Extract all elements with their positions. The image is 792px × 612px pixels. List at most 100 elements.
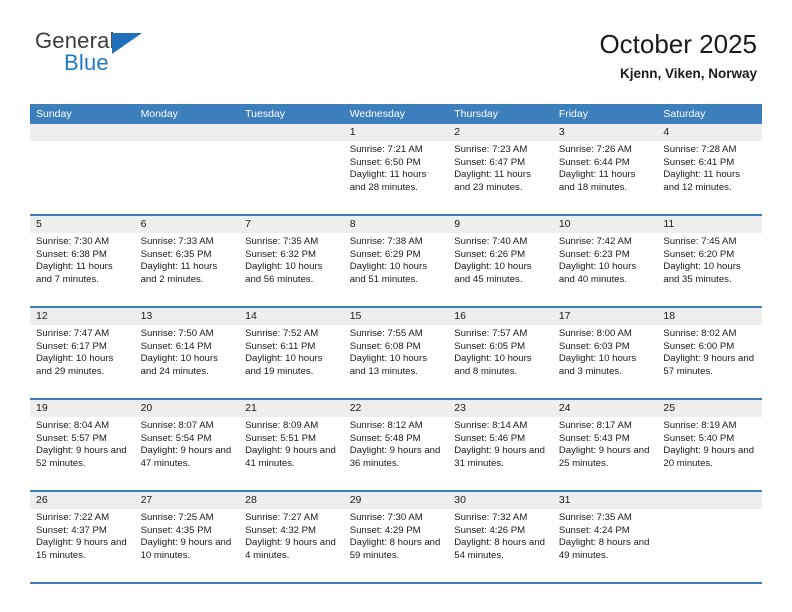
calendar-day-cell[interactable]: 1 Sunrise: 7:21 AM Sunset: 6:50 PM Daylight…	[343, 124, 449, 214]
page-header: General Blue October 2025 Kjenn, Viken, …	[0, 0, 792, 98]
calendar-day-cell[interactable]: 20 Sunrise: 8:07 AM Sunset: 5:54 PM Dayligh…	[134, 400, 240, 490]
daylight-text: Daylight: 9 hours and 31 minutes.	[454, 445, 545, 469]
calendar-day-cell[interactable]: 22 Sunrise: 8:12 AM Sunset: 5:48 PM Dayligh…	[343, 400, 449, 490]
sunrise-text: Sunrise: 7:35 AM	[558, 512, 632, 523]
sunrise-text: Sunrise: 8:02 AM	[663, 328, 737, 339]
day-number: 27	[134, 492, 240, 509]
sunset-text: Sunset: 4:24 PM	[558, 524, 630, 536]
sunset-text: Sunset: 4:32 PM	[245, 524, 317, 536]
day-number: 30	[448, 492, 553, 509]
calendar-day-cell[interactable]: 28 Sunrise: 7:27 AM Sunset: 4:32 PM Dayligh…	[239, 492, 344, 582]
day-details: Sunrise: 8:00 AM Sunset: 6:03 PM Daylight:…	[553, 325, 658, 378]
day-number: 20	[134, 400, 240, 417]
daylight-text: Daylight: 10 hours and 8 minutes.	[454, 353, 532, 377]
logo-text-blue: Blue	[64, 50, 109, 75]
calendar-day-cell[interactable]: 15 Sunrise: 7:55 AM Sunset: 6:08 PM Dayligh…	[343, 308, 449, 398]
day-number: 21	[239, 400, 344, 417]
generalblue-logo[interactable]: General Blue	[35, 28, 165, 80]
calendar-day-cell[interactable]: 21 Sunrise: 8:09 AM Sunset: 5:51 PM Dayligh…	[239, 400, 344, 490]
calendar-day-cell[interactable]: 13 Sunrise: 7:50 AM Sunset: 6:14 PM Dayligh…	[134, 308, 240, 398]
day-number	[239, 124, 344, 141]
calendar-day-cell[interactable]: 18 Sunrise: 8:02 AM Sunset: 6:00 PM Dayligh…	[657, 308, 762, 398]
calendar-day-cell[interactable]: 16 Sunrise: 7:57 AM Sunset: 6:05 PM Dayligh…	[448, 308, 553, 398]
calendar-day-cell[interactable]: 23 Sunrise: 8:14 AM Sunset: 5:46 PM Dayligh…	[448, 400, 553, 490]
calendar-day-cell[interactable]: 29 Sunrise: 7:30 AM Sunset: 4:29 PM Dayligh…	[343, 492, 449, 582]
sunset-text: Sunset: 6:00 PM	[663, 340, 735, 352]
day-details: Sunrise: 7:40 AM Sunset: 6:26 PM Daylight:…	[448, 233, 553, 286]
calendar-day-cell[interactable]: 19 Sunrise: 8:04 AM Sunset: 5:57 PM Dayligh…	[30, 400, 135, 490]
calendar-day-cell[interactable]: 11 Sunrise: 7:45 AM Sunset: 6:20 PM Dayligh…	[657, 216, 762, 306]
sunrise-text: Sunrise: 7:21 AM	[349, 144, 423, 155]
daylight-text: Daylight: 9 hours and 36 minutes.	[349, 445, 441, 469]
calendar-day-cell[interactable]: 24 Sunrise: 8:17 AM Sunset: 5:43 PM Dayligh…	[552, 400, 658, 490]
daylight-text: Daylight: 10 hours and 51 minutes.	[349, 261, 428, 285]
day-number: 19	[30, 400, 135, 417]
sunrise-text: Sunrise: 8:17 AM	[558, 420, 632, 431]
day-number: 3	[552, 124, 658, 141]
day-number: 15	[343, 308, 449, 325]
day-number	[134, 124, 240, 141]
day-number: 1	[343, 124, 449, 141]
day-details: Sunrise: 8:12 AM Sunset: 5:48 PM Daylight:…	[344, 417, 449, 470]
sunset-text: Sunset: 6:32 PM	[245, 248, 317, 260]
sunset-text: Sunset: 6:38 PM	[36, 248, 107, 260]
calendar-day-cell[interactable]: 25 Sunrise: 8:19 AM Sunset: 5:40 PM Dayligh…	[657, 400, 762, 490]
day-details: Sunrise: 7:27 AM Sunset: 4:32 PM Daylight:…	[239, 509, 344, 562]
sunrise-text: Sunrise: 7:27 AM	[245, 512, 319, 523]
daylight-text: Daylight: 11 hours and 7 minutes.	[36, 261, 113, 285]
sunrise-text: Sunrise: 8:00 AM	[558, 328, 632, 339]
sunset-text: Sunset: 6:14 PM	[140, 340, 212, 352]
day-number: 17	[552, 308, 658, 325]
daylight-text: Daylight: 9 hours and 15 minutes.	[36, 537, 127, 561]
calendar-day-cell[interactable]: 10 Sunrise: 7:42 AM Sunset: 6:23 PM Dayligh…	[552, 216, 658, 306]
calendar-day-cell[interactable]: 3 Sunrise: 7:26 AM Sunset: 6:44 PM Daylight…	[552, 124, 658, 214]
calendar-day-cell[interactable]: 12 Sunrise: 7:47 AM Sunset: 6:17 PM Dayligh…	[30, 308, 135, 398]
calendar-day-cell[interactable]: 6 Sunrise: 7:33 AM Sunset: 6:35 PM Daylight…	[134, 216, 240, 306]
calendar-day-cell[interactable]: 5 Sunrise: 7:30 AM Sunset: 6:38 PM Daylight…	[30, 216, 135, 306]
calendar-day-cell[interactable]: 30 Sunrise: 7:32 AM Sunset: 4:26 PM Dayligh…	[448, 492, 553, 582]
sunrise-text: Sunrise: 7:26 AM	[558, 144, 632, 155]
calendar-day-cell[interactable]: 17 Sunrise: 8:00 AM Sunset: 6:03 PM Dayligh…	[552, 308, 658, 398]
day-details: Sunrise: 7:33 AM Sunset: 6:35 PM Daylight:…	[135, 233, 240, 286]
sunrise-text: Sunrise: 7:50 AM	[140, 328, 214, 339]
calendar-day-cell[interactable]: 26 Sunrise: 7:22 AM Sunset: 4:37 PM Dayligh…	[30, 492, 135, 582]
sunset-text: Sunset: 5:48 PM	[349, 432, 421, 444]
sunrise-text: Sunrise: 7:23 AM	[454, 144, 528, 155]
calendar-day-cell-empty	[657, 492, 762, 582]
sunset-text: Sunset: 6:11 PM	[245, 340, 316, 352]
day-number: 22	[343, 400, 449, 417]
weekday-header-friday: Friday	[558, 108, 588, 120]
day-details: Sunrise: 8:07 AM Sunset: 5:54 PM Daylight:…	[135, 417, 240, 470]
sunrise-text: Sunrise: 7:57 AM	[454, 328, 528, 339]
day-number: 8	[343, 216, 449, 233]
calendar-day-cell[interactable]: 9 Sunrise: 7:40 AM Sunset: 6:26 PM Daylight…	[448, 216, 553, 306]
day-details: Sunrise: 7:55 AM Sunset: 6:08 PM Daylight:…	[344, 325, 449, 378]
sunrise-text: Sunrise: 7:55 AM	[349, 328, 423, 339]
calendar-day-cell[interactable]: 2 Sunrise: 7:23 AM Sunset: 6:47 PM Daylight…	[448, 124, 553, 214]
calendar-day-cell[interactable]: 27 Sunrise: 7:25 AM Sunset: 4:35 PM Dayligh…	[134, 492, 240, 582]
sunset-text: Sunset: 6:03 PM	[558, 340, 630, 352]
calendar-day-cell-empty	[30, 124, 135, 214]
sunrise-text: Sunrise: 7:38 AM	[349, 236, 423, 247]
day-number	[657, 492, 762, 509]
calendar-day-cell[interactable]: 4 Sunrise: 7:28 AM Sunset: 6:41 PM Daylight…	[657, 124, 762, 214]
day-details: Sunrise: 7:30 AM Sunset: 4:29 PM Daylight:…	[344, 509, 449, 562]
day-number: 4	[657, 124, 762, 141]
daylight-text: Daylight: 10 hours and 3 minutes.	[558, 353, 637, 377]
daylight-text: Daylight: 9 hours and 20 minutes.	[663, 445, 755, 469]
calendar-day-cell[interactable]: 8 Sunrise: 7:38 AM Sunset: 6:29 PM Daylight…	[343, 216, 449, 306]
weekday-header-tuesday: Tuesday	[245, 108, 286, 120]
calendar-weeks: 1 Sunrise: 7:21 AM Sunset: 6:50 PM Daylight…	[30, 124, 762, 582]
day-details: Sunrise: 8:17 AM Sunset: 5:43 PM Daylight:…	[553, 417, 658, 470]
daylight-text: Daylight: 10 hours and 24 minutes.	[140, 353, 218, 377]
weekday-header-thursday: Thursday	[454, 108, 499, 120]
calendar-day-cell[interactable]: 31 Sunrise: 7:35 AM Sunset: 4:24 PM Dayligh…	[552, 492, 658, 582]
day-details: Sunrise: 7:47 AM Sunset: 6:17 PM Daylight:…	[30, 325, 135, 378]
calendar-week-row: 26 Sunrise: 7:22 AM Sunset: 4:37 PM Dayligh…	[30, 490, 762, 582]
day-number: 7	[239, 216, 344, 233]
calendar-day-cell[interactable]: 14 Sunrise: 7:52 AM Sunset: 6:11 PM Dayligh…	[239, 308, 344, 398]
day-number: 28	[239, 492, 344, 509]
daylight-text: Daylight: 9 hours and 57 minutes.	[663, 353, 755, 377]
calendar-day-cell[interactable]: 7 Sunrise: 7:35 AM Sunset: 6:32 PM Daylight…	[239, 216, 344, 306]
day-number: 16	[448, 308, 553, 325]
